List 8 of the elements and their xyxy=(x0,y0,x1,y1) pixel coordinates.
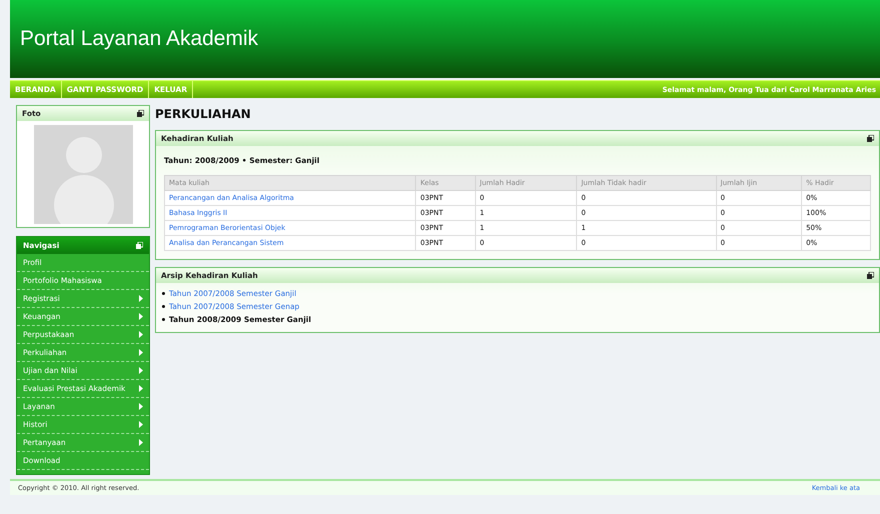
restore-icon[interactable] xyxy=(867,272,874,279)
bullet-icon xyxy=(162,305,165,308)
bullet-icon xyxy=(162,318,165,321)
site-title: Portal Layanan Akademik xyxy=(20,27,258,51)
bullet-icon xyxy=(162,292,165,295)
restore-icon[interactable] xyxy=(137,110,144,117)
restore-icon[interactable] xyxy=(867,135,874,142)
page-title: PERKULIAHAN xyxy=(155,107,252,121)
